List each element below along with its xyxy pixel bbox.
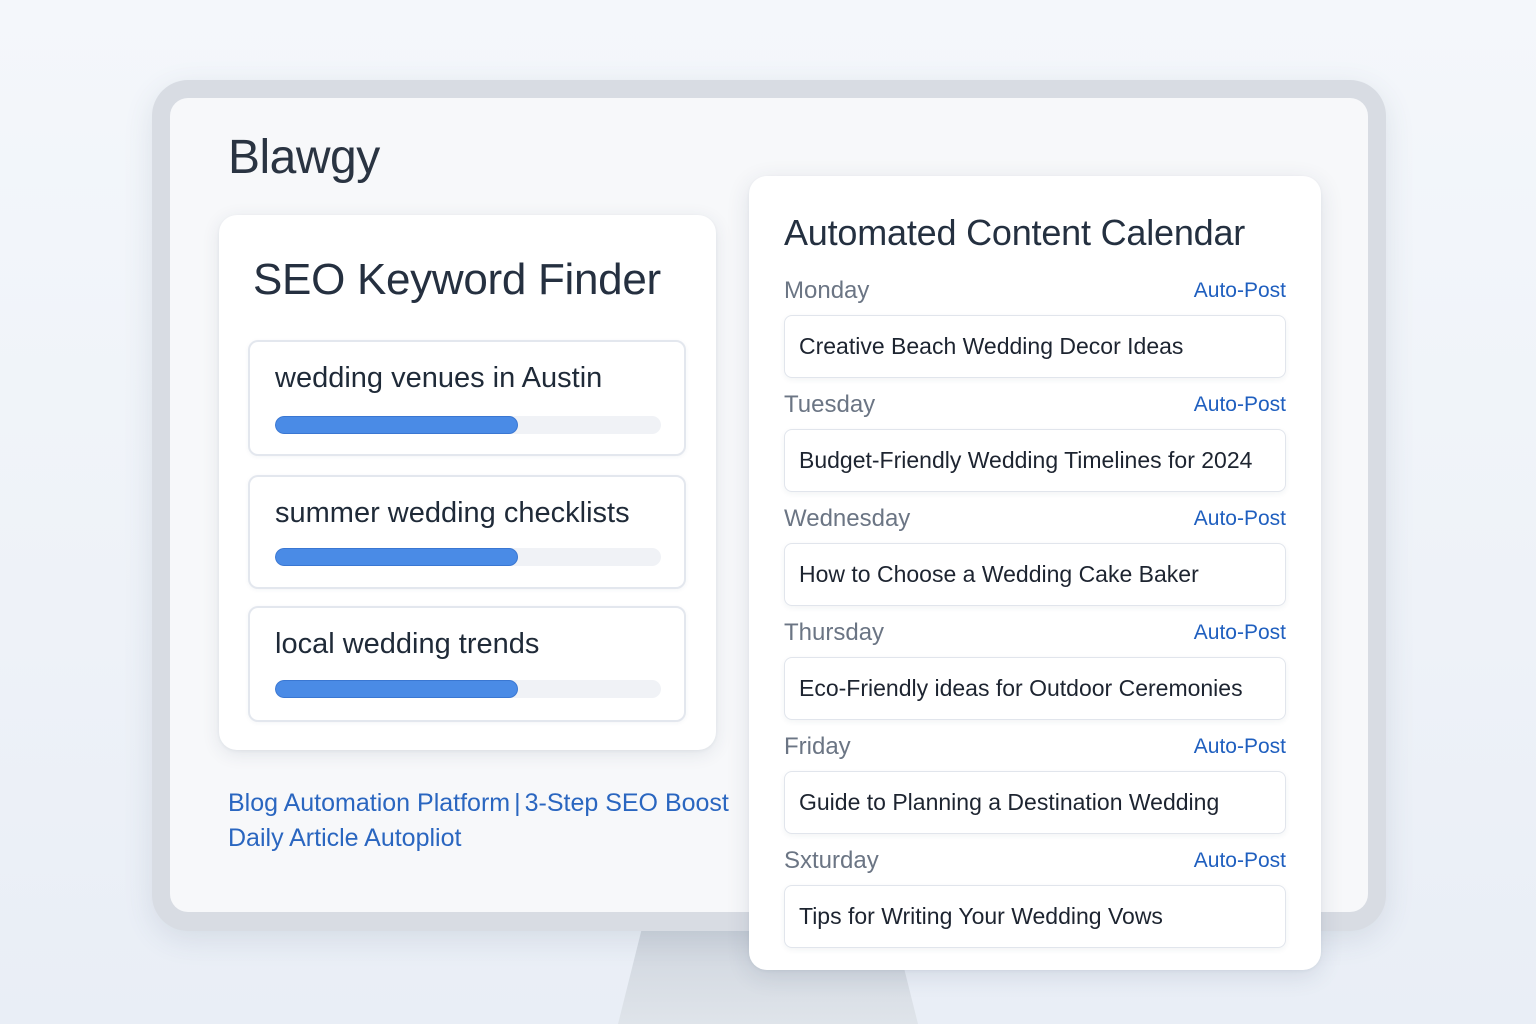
keyword-label: summer wedding checklists bbox=[275, 497, 630, 529]
day-name: Wednesday bbox=[784, 505, 911, 532]
day-name: Monday bbox=[784, 277, 870, 304]
keyword-score-bar bbox=[275, 548, 661, 566]
keyword-score-fill bbox=[275, 548, 519, 566]
keyword-score-bar bbox=[275, 680, 661, 698]
keyword-item[interactable]: local wedding trends bbox=[248, 606, 686, 722]
keyword-item[interactable]: summer wedding checklists bbox=[248, 475, 686, 589]
day-name: Friday bbox=[784, 733, 851, 760]
auto-post-toggle[interactable]: Auto-Post bbox=[1194, 735, 1286, 759]
link-separator: | bbox=[514, 789, 521, 817]
content-calendar-card: Automated Content Calendar Monday Auto-P… bbox=[749, 176, 1321, 970]
auto-post-toggle[interactable]: Auto-Post bbox=[1194, 279, 1286, 303]
keyword-item[interactable]: wedding venues in Austin bbox=[248, 340, 686, 456]
day-name: Tuesday bbox=[784, 391, 876, 418]
calendar-title: Automated Content Calendar bbox=[784, 212, 1246, 253]
auto-post-toggle[interactable]: Auto-Post bbox=[1194, 621, 1286, 645]
scheduled-post[interactable]: Creative Beach Wedding Decor Ideas bbox=[784, 315, 1286, 378]
footer-links: Blog Automation Platform | 3-Step SEO Boos… bbox=[228, 786, 729, 856]
keyword-label: wedding venues in Austin bbox=[275, 362, 603, 394]
scheduled-post[interactable]: Tips for Writing Your Wedding Vows bbox=[784, 885, 1286, 948]
day-name: Sxturday bbox=[784, 847, 879, 874]
auto-post-toggle[interactable]: Auto-Post bbox=[1194, 507, 1286, 531]
link-daily-article-autopilot[interactable]: Daily Article Autopliot bbox=[228, 824, 461, 852]
day-name: Thursday bbox=[784, 619, 885, 646]
link-blog-automation-platform[interactable]: Blog Automation Platform bbox=[228, 789, 510, 817]
keyword-score-fill bbox=[275, 680, 519, 698]
link-3-step-seo-boost[interactable]: 3-Step SEO Boost bbox=[525, 789, 729, 817]
brand-logo: Blawgy bbox=[228, 131, 380, 184]
keyword-score-bar bbox=[275, 416, 661, 434]
scheduled-post[interactable]: Eco-Friendly ideas for Outdoor Ceremonie… bbox=[784, 657, 1286, 720]
scheduled-post[interactable]: How to Choose a Wedding Cake Baker bbox=[784, 543, 1286, 606]
auto-post-toggle[interactable]: Auto-Post bbox=[1194, 849, 1286, 873]
keyword-label: local wedding trends bbox=[275, 628, 540, 660]
seo-card-title: SEO Keyword Finder bbox=[253, 255, 661, 304]
scheduled-post[interactable]: Budget-Friendly Wedding Timelines for 20… bbox=[784, 429, 1286, 492]
auto-post-toggle[interactable]: Auto-Post bbox=[1194, 393, 1286, 417]
seo-keyword-finder-card: SEO Keyword Finder wedding venues in Aus… bbox=[219, 215, 716, 750]
keyword-score-fill bbox=[275, 416, 519, 434]
scheduled-post[interactable]: Guide to Planning a Destination Wedding bbox=[784, 771, 1286, 834]
